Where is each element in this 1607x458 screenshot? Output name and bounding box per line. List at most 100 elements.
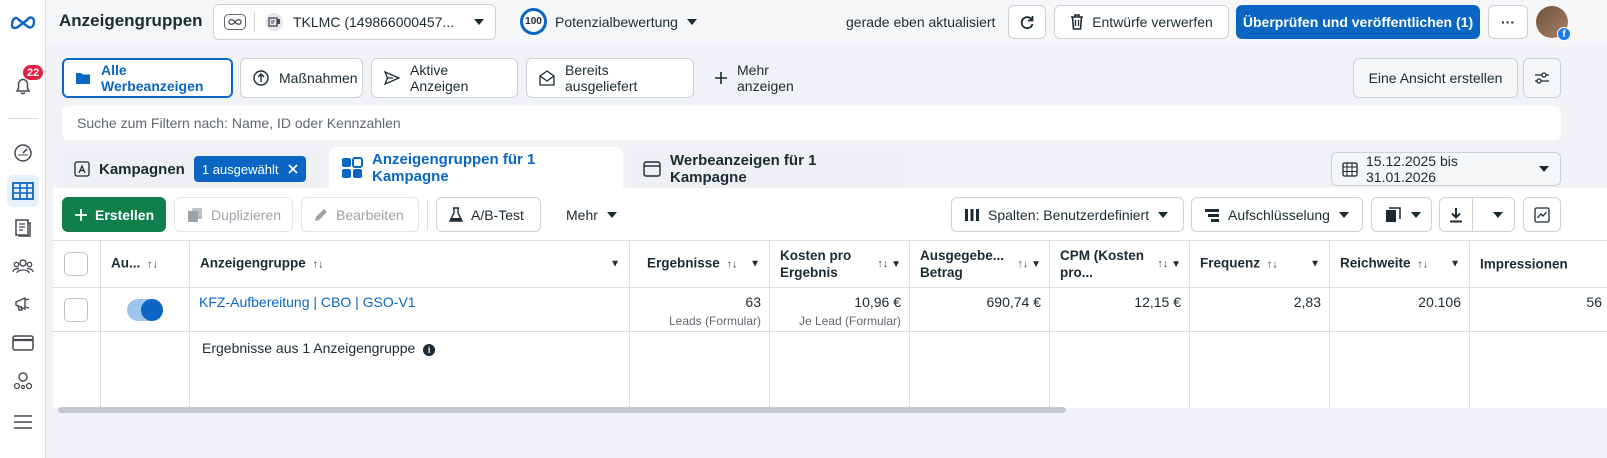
more-options-button[interactable]: ··· [1488,5,1528,39]
horizontal-scrollbar[interactable] [58,407,1066,413]
more-options-label: ··· [1501,14,1515,30]
ab-test-button[interactable]: A/B-Test [436,197,541,232]
view-active-ads[interactable]: Aktive Anzeigen [371,58,518,98]
view-settings-button[interactable] [1523,58,1561,98]
columns-label: Spalten: Benutzerdefiniert [988,206,1150,223]
breakdown-dropdown[interactable]: Aufschlüsselung [1191,197,1363,232]
view-label: Alle Werbeanzeigen [101,62,204,94]
pages-icon[interactable] [7,212,39,244]
top-header: Anzeigengruppen TKLMC (149866000457... 1… [46,0,1607,46]
credit-card-icon[interactable] [7,327,39,359]
columns-dropdown[interactable]: Spalten: Benutzerdefiniert [951,197,1184,232]
col-cost-per-result-header[interactable]: Kosten pro Ergebnis ↑↓ ▼ [770,241,910,287]
selection-chip-label: 1 ausgewählt [201,161,279,177]
charts-button[interactable] [1523,197,1561,232]
col-delivery-header[interactable]: Au... ↑↓ [101,241,190,287]
refresh-icon [1019,14,1035,30]
date-range-picker[interactable]: 15.12.2025 bis 31.01.2026 [1331,152,1561,186]
duplicate-button[interactable]: Duplizieren [174,197,293,232]
line-chart-icon [1534,206,1550,223]
chevron-down-icon[interactable]: ▼ [1310,259,1320,270]
col-spend-header[interactable]: Ausgegebe... Betrag ↑↓ ▼ [910,241,1050,287]
select-all-cell [53,241,101,287]
tab-ads[interactable]: Werbeanzeigen für 1 Kampagne [631,150,905,188]
sort-icon[interactable]: ↑↓ [313,259,324,271]
sort-dropdown-icon[interactable]: ↑↓ ▼ [874,258,901,270]
adset-name-link[interactable]: KFZ-Aufbereitung | CBO | GSO-V1 [199,294,416,310]
more-dropdown[interactable]: Mehr [553,197,629,232]
select-all-checkbox[interactable] [64,252,88,276]
chevron-down-icon[interactable] [1481,211,1514,219]
edit-label: Bearbeiten [336,206,404,223]
table-row[interactable]: KFZ-Aufbereitung | CBO | GSO-V1 63 Leads… [53,288,1607,332]
col-impressions-label: Impressionen [1480,256,1568,272]
col-name-header[interactable]: Anzeigengruppe ↑↓ ▼ [190,241,630,287]
col-results-header[interactable]: Ergebnisse ↑↓ ▼ [630,241,770,287]
chevron-down-icon [686,18,698,26]
tab-campaigns[interactable]: Kampagnen 1 ausgewählt [62,150,320,188]
col-impressions-header[interactable]: Impressionen [1470,241,1607,287]
reports-dropdown[interactable] [1371,197,1432,232]
download-icon[interactable] [1440,198,1474,231]
sort-dropdown-icon[interactable]: ↑↓ ▼ [1154,258,1181,270]
folder-icon [75,71,91,85]
plus-icon [715,72,727,84]
sort-icon[interactable]: ↑↓ [1417,259,1428,271]
col-frequency-label: Frequenz [1200,255,1261,271]
row-checkbox[interactable] [64,297,88,322]
chevron-down-icon[interactable]: ▼ [1450,259,1460,270]
cost-per-result-type: Je Lead (Formular) [798,314,901,328]
notification-count-badge: 22 [22,64,45,81]
col-delivery-label: Au... [111,255,141,271]
create-button[interactable]: Erstellen [62,197,166,232]
arrow-up-circle-icon [253,70,269,86]
info-icon[interactable]: i [423,344,436,356]
view-all-ads[interactable]: Alle Werbeanzeigen [62,58,233,98]
sort-icon[interactable]: ↑↓ [1267,259,1278,271]
edit-button[interactable]: Bearbeiten [301,197,419,232]
discard-drafts-button[interactable]: Entwürfe verwerfen [1054,5,1229,39]
megaphone-icon[interactable] [7,288,39,320]
speedometer-icon[interactable] [7,137,39,169]
audience-icon[interactable] [7,250,39,282]
col-frequency-header[interactable]: Frequenz ↑↓ ▼ [1190,241,1330,287]
toggle-knob [141,299,163,321]
sort-dropdown-icon[interactable]: ↑↓ ▼ [1014,258,1041,270]
opportunity-score[interactable]: 100 Potenzialbewertung [520,8,698,35]
ads-manager-window: 22 Anzeigengruppen TKLMC (149866000457..… [0,0,1607,458]
tab-adsets[interactable]: Anzeigengruppen für 1 Kampagne [329,147,623,188]
col-spend-label-1: Ausgegebe... [920,248,1005,263]
review-publish-button[interactable]: Überprüfen und veröffentlichen (1) [1236,5,1480,39]
duplicate-label: Duplizieren [211,206,282,223]
view-actions[interactable]: Maßnahmen [240,58,363,98]
create-view-button[interactable]: Eine Ansicht erstellen [1353,58,1518,98]
frequency-cell: 2,83 [1190,288,1330,331]
col-cpm-header[interactable]: CPM (Kosten pro... ↑↓ ▼ [1050,241,1190,287]
col-reach-header[interactable]: Reichweite ↑↓ ▼ [1330,241,1470,287]
account-selector[interactable]: TKLMC (149866000457... [213,4,496,40]
selection-chip[interactable]: 1 ausgewählt [193,156,307,182]
meta-logo-icon[interactable] [7,6,39,38]
search-input[interactable]: Suche zum Filtern nach: Name, ID oder Ke… [62,106,1561,140]
sort-icon[interactable]: ↑↓ [147,259,158,271]
sort-icon[interactable]: ↑↓ [727,259,738,271]
view-delivered[interactable]: Bereits ausgeliefert [526,58,694,98]
chevron-down-icon[interactable]: ▼ [750,259,760,270]
show-more-button[interactable]: Mehr anzeigen [702,58,832,98]
spend-cell: 690,74 € [910,288,1050,331]
business-tools-icon[interactable] [7,365,39,397]
results-type: Leads (Formular) [668,314,761,328]
facebook-badge-icon: f [1557,27,1571,41]
chevron-down-icon[interactable]: ▼ [610,259,620,270]
table-icon[interactable] [7,175,39,207]
adsets-table: Au... ↑↓ Anzeigengruppe ↑↓ ▼ Ergebnisse … [53,240,1607,408]
reach-value: 20.106 [1418,294,1461,310]
close-icon[interactable] [288,164,299,174]
summary-row: Ergebnisse aus 1 Anzeigengruppe i [53,332,1607,408]
export-split-button[interactable] [1439,197,1515,232]
menu-icon[interactable] [7,406,39,438]
avatar[interactable]: f [1536,6,1571,41]
delivery-toggle[interactable] [127,299,163,321]
refresh-button[interactable] [1008,5,1046,39]
breakdown-icon [1204,208,1220,222]
